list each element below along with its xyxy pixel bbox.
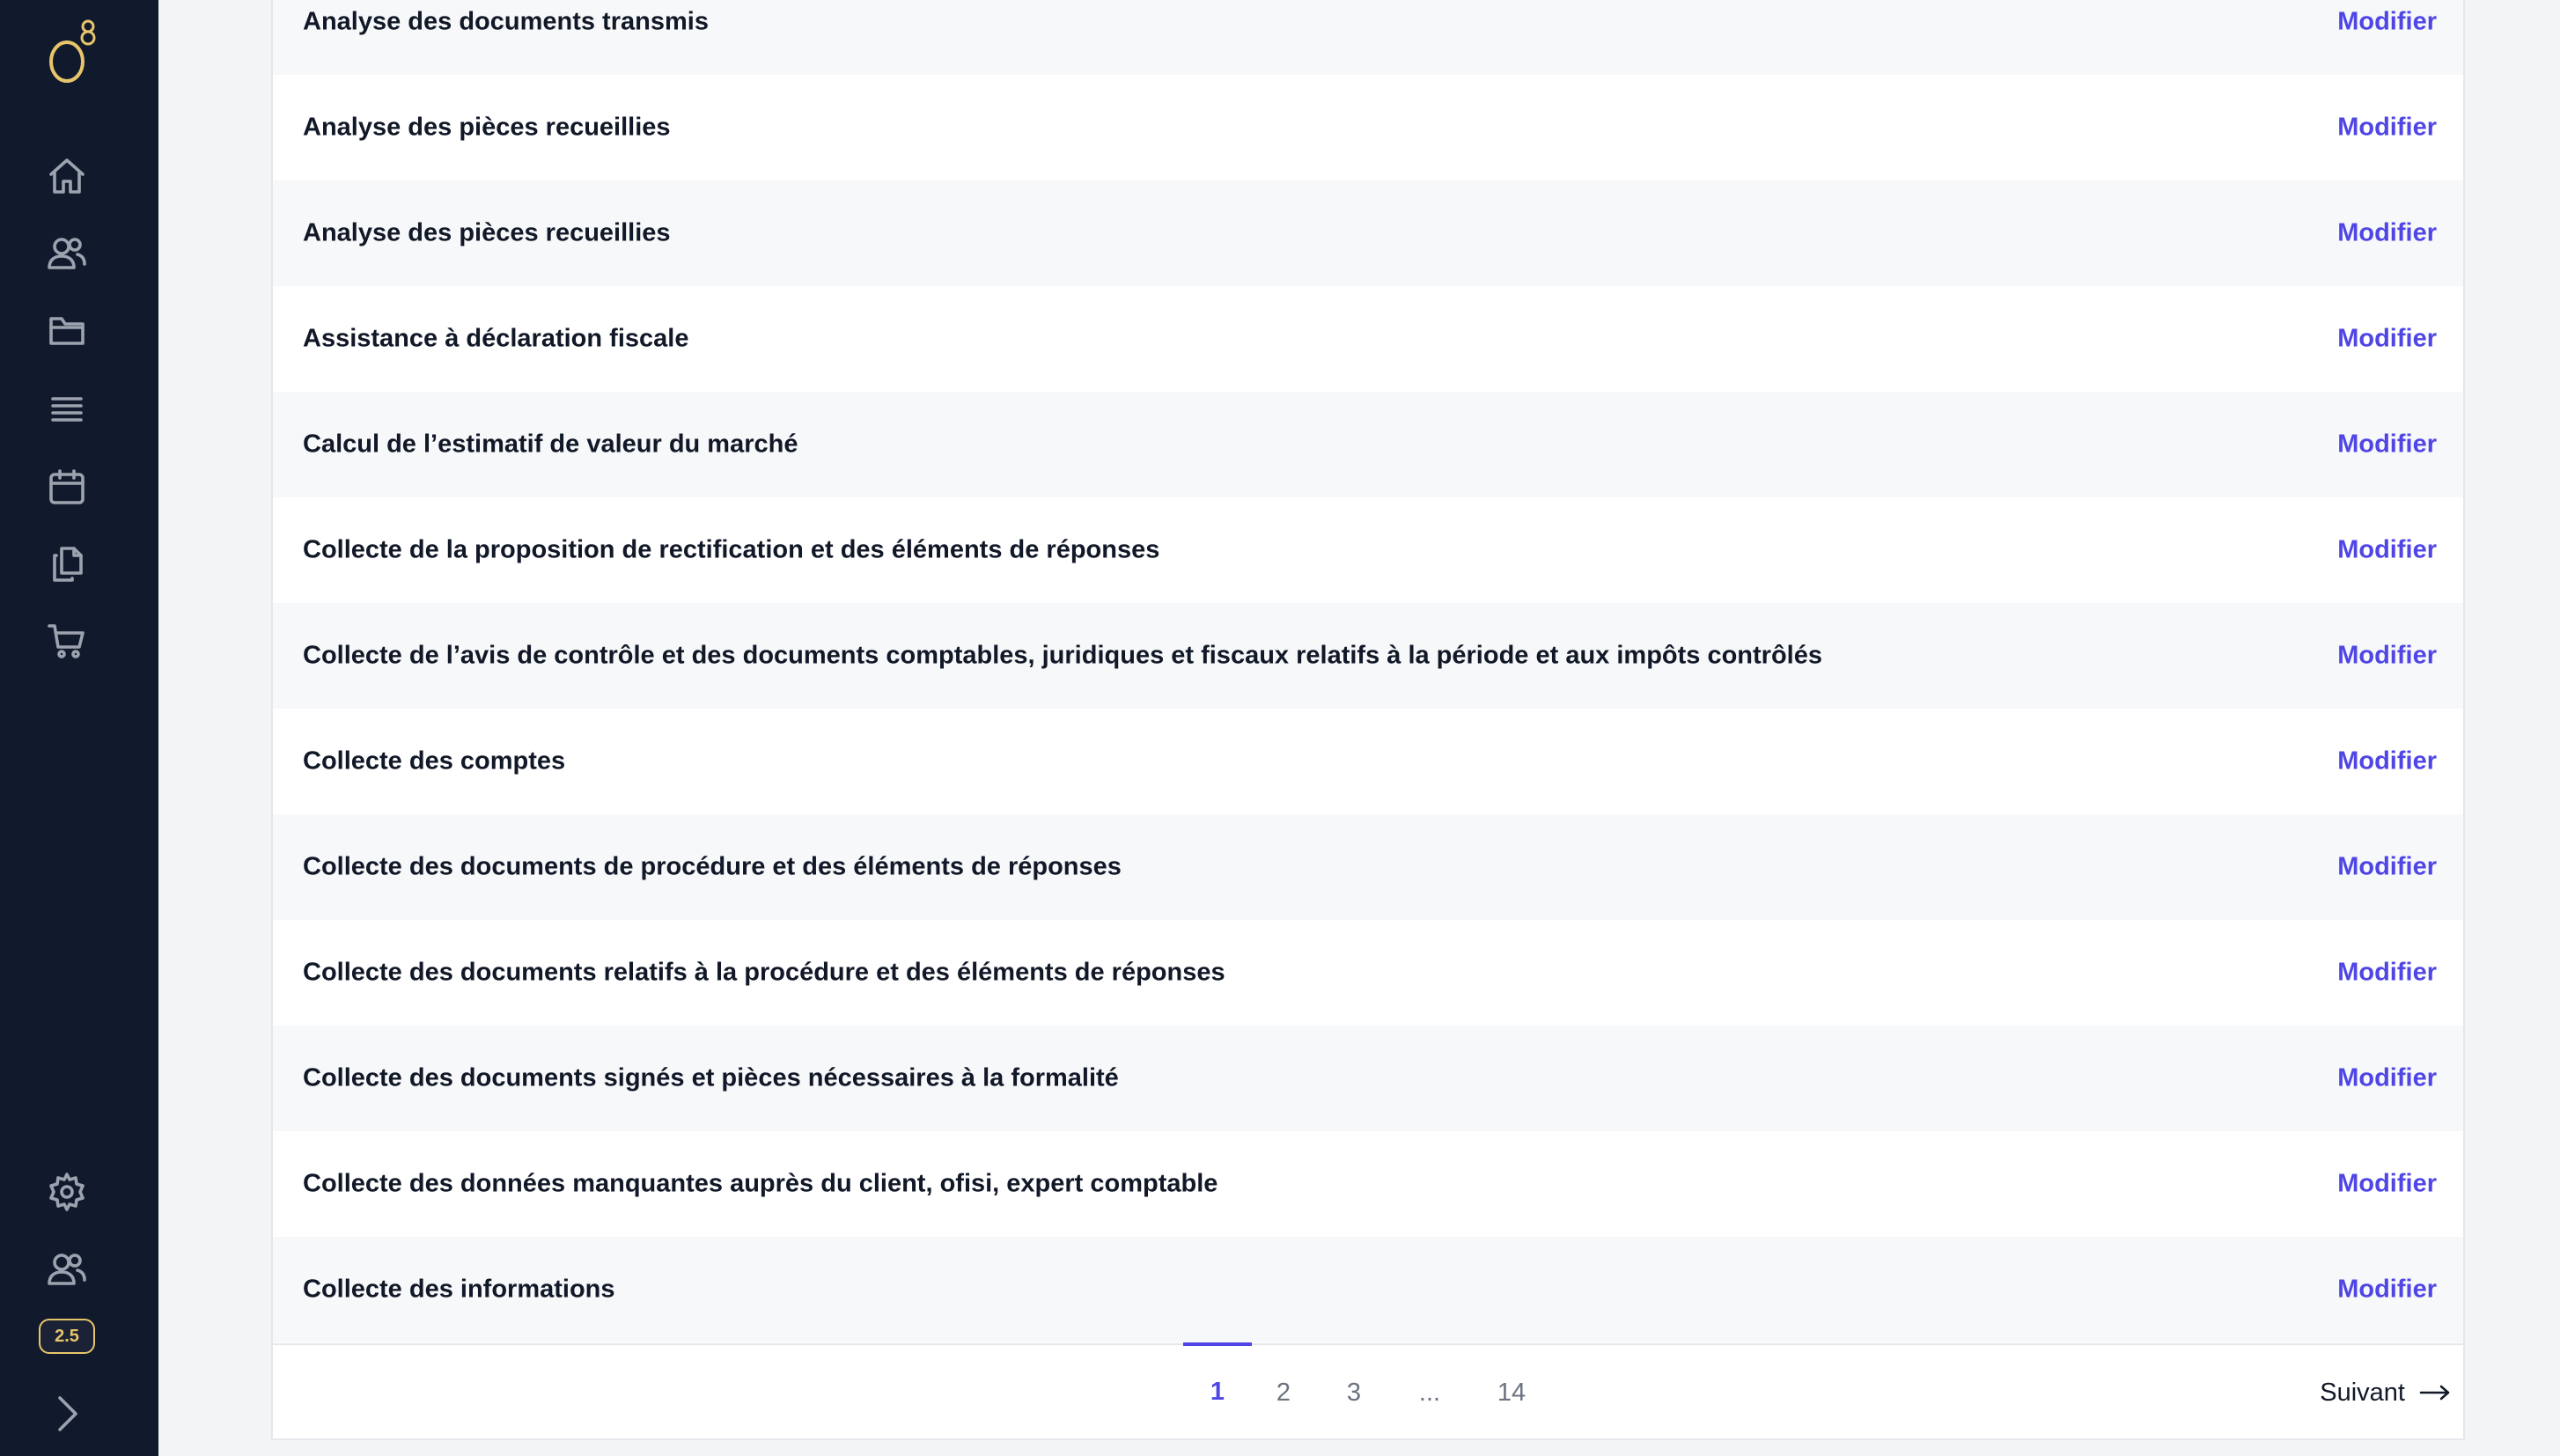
task-name: Collecte des documents de procédure et d…: [303, 852, 1122, 881]
nav-list[interactable]: [42, 385, 92, 434]
next-page-button[interactable]: Suivant: [2320, 1345, 2451, 1440]
nav-settings[interactable]: [42, 1167, 92, 1217]
table-row: Collecte des comptes Modifier: [273, 709, 2463, 814]
table-row: Calcul de l’estimatif de valeur du march…: [273, 392, 2463, 497]
page-ellipsis: ...: [1418, 1378, 1441, 1407]
chevron-right-icon: [58, 1396, 77, 1431]
edit-link[interactable]: Modifier: [2337, 8, 2437, 37]
table-row: Collecte des documents relatifs à la pro…: [273, 920, 2463, 1026]
task-name: Collecte des données manquantes auprès d…: [303, 1169, 1218, 1198]
task-name: Assistance à déclaration fiscale: [303, 324, 689, 353]
edit-link[interactable]: Modifier: [2337, 1276, 2437, 1305]
next-page-label: Suivant: [2320, 1378, 2405, 1407]
edit-link[interactable]: Modifier: [2337, 853, 2437, 882]
table-row: Collecte des données manquantes auprès d…: [273, 1131, 2463, 1237]
team-icon: [48, 1254, 86, 1285]
task-panel: Analyse des documents transmis Modifier …: [271, 0, 2465, 1440]
task-name: Analyse des pièces recueillies: [303, 218, 671, 247]
edit-link[interactable]: Modifier: [2337, 325, 2437, 354]
arrow-right-icon: [2419, 1385, 2450, 1401]
table-row: Analyse des pièces recueillies Modifier: [273, 180, 2463, 286]
task-name: Analyse des documents transmis: [303, 7, 709, 36]
page-14-link[interactable]: 14: [1481, 1345, 1542, 1440]
edit-link[interactable]: Modifier: [2337, 536, 2437, 565]
edit-link[interactable]: Modifier: [2337, 430, 2437, 460]
settings-icon: [49, 1173, 85, 1211]
logo[interactable]: [42, 16, 104, 86]
nav-folders[interactable]: [42, 306, 92, 356]
table-row: Analyse des pièces recueillies Modifier: [273, 75, 2463, 180]
task-name: Collecte des informations: [303, 1275, 615, 1304]
home-icon: [49, 158, 85, 194]
edit-link[interactable]: Modifier: [2337, 642, 2437, 671]
task-name: Collecte des comptes: [303, 746, 566, 776]
calendar-icon: [49, 469, 85, 504]
task-name: Collecte des documents relatifs à la pro…: [303, 958, 1225, 987]
edit-link[interactable]: Modifier: [2337, 747, 2437, 776]
folder-icon: [49, 317, 85, 345]
table-row: Analyse des documents transmis Modifier: [273, 0, 2463, 75]
page-2-link[interactable]: 2: [1259, 1345, 1308, 1440]
edit-link[interactable]: Modifier: [2337, 1064, 2437, 1093]
table-row: Collecte des documents de procédure et d…: [273, 814, 2463, 920]
task-name: Collecte de la proposition de rectificat…: [303, 535, 1160, 564]
edit-link[interactable]: Modifier: [2337, 219, 2437, 248]
table-row: Collecte des informations Modifier: [273, 1237, 2463, 1342]
edit-link[interactable]: Modifier: [2337, 114, 2437, 143]
nav-users[interactable]: [42, 229, 92, 278]
list-icon: [51, 397, 83, 422]
nav-home[interactable]: [42, 151, 92, 201]
pagination: 1 2 3 ... 14 Suivant: [273, 1342, 2463, 1440]
sidebar-expand-button[interactable]: [42, 1389, 92, 1438]
documents-icon: [53, 547, 83, 582]
table-row: Assistance à déclaration fiscale Modifie…: [273, 286, 2463, 392]
nav-cart[interactable]: [42, 617, 92, 666]
nav-team[interactable]: [42, 1245, 92, 1294]
task-name: Collecte des documents signés et pièces …: [303, 1063, 1119, 1092]
edit-link[interactable]: Modifier: [2337, 1170, 2437, 1199]
table-row: Collecte des documents signés et pièces …: [273, 1026, 2463, 1131]
version-badge: 2.5: [39, 1319, 95, 1354]
table-row: Collecte de la proposition de rectificat…: [273, 497, 2463, 603]
users-icon: [48, 238, 86, 269]
nav-documents[interactable]: [42, 540, 92, 589]
cart-icon: [48, 624, 85, 658]
table-row: Collecte de l’avis de contrôle et des do…: [273, 603, 2463, 709]
page-3-link[interactable]: 3: [1329, 1345, 1379, 1440]
nav-calendar[interactable]: [42, 462, 92, 511]
task-name: Collecte de l’avis de contrôle et des do…: [303, 641, 1822, 670]
task-name: Analyse des pièces recueillies: [303, 113, 671, 142]
task-name: Calcul de l’estimatif de valeur du march…: [303, 430, 798, 459]
page-1-link[interactable]: 1: [1183, 1342, 1252, 1438]
edit-link[interactable]: Modifier: [2337, 959, 2437, 988]
sidebar: 2.5: [0, 0, 158, 1456]
